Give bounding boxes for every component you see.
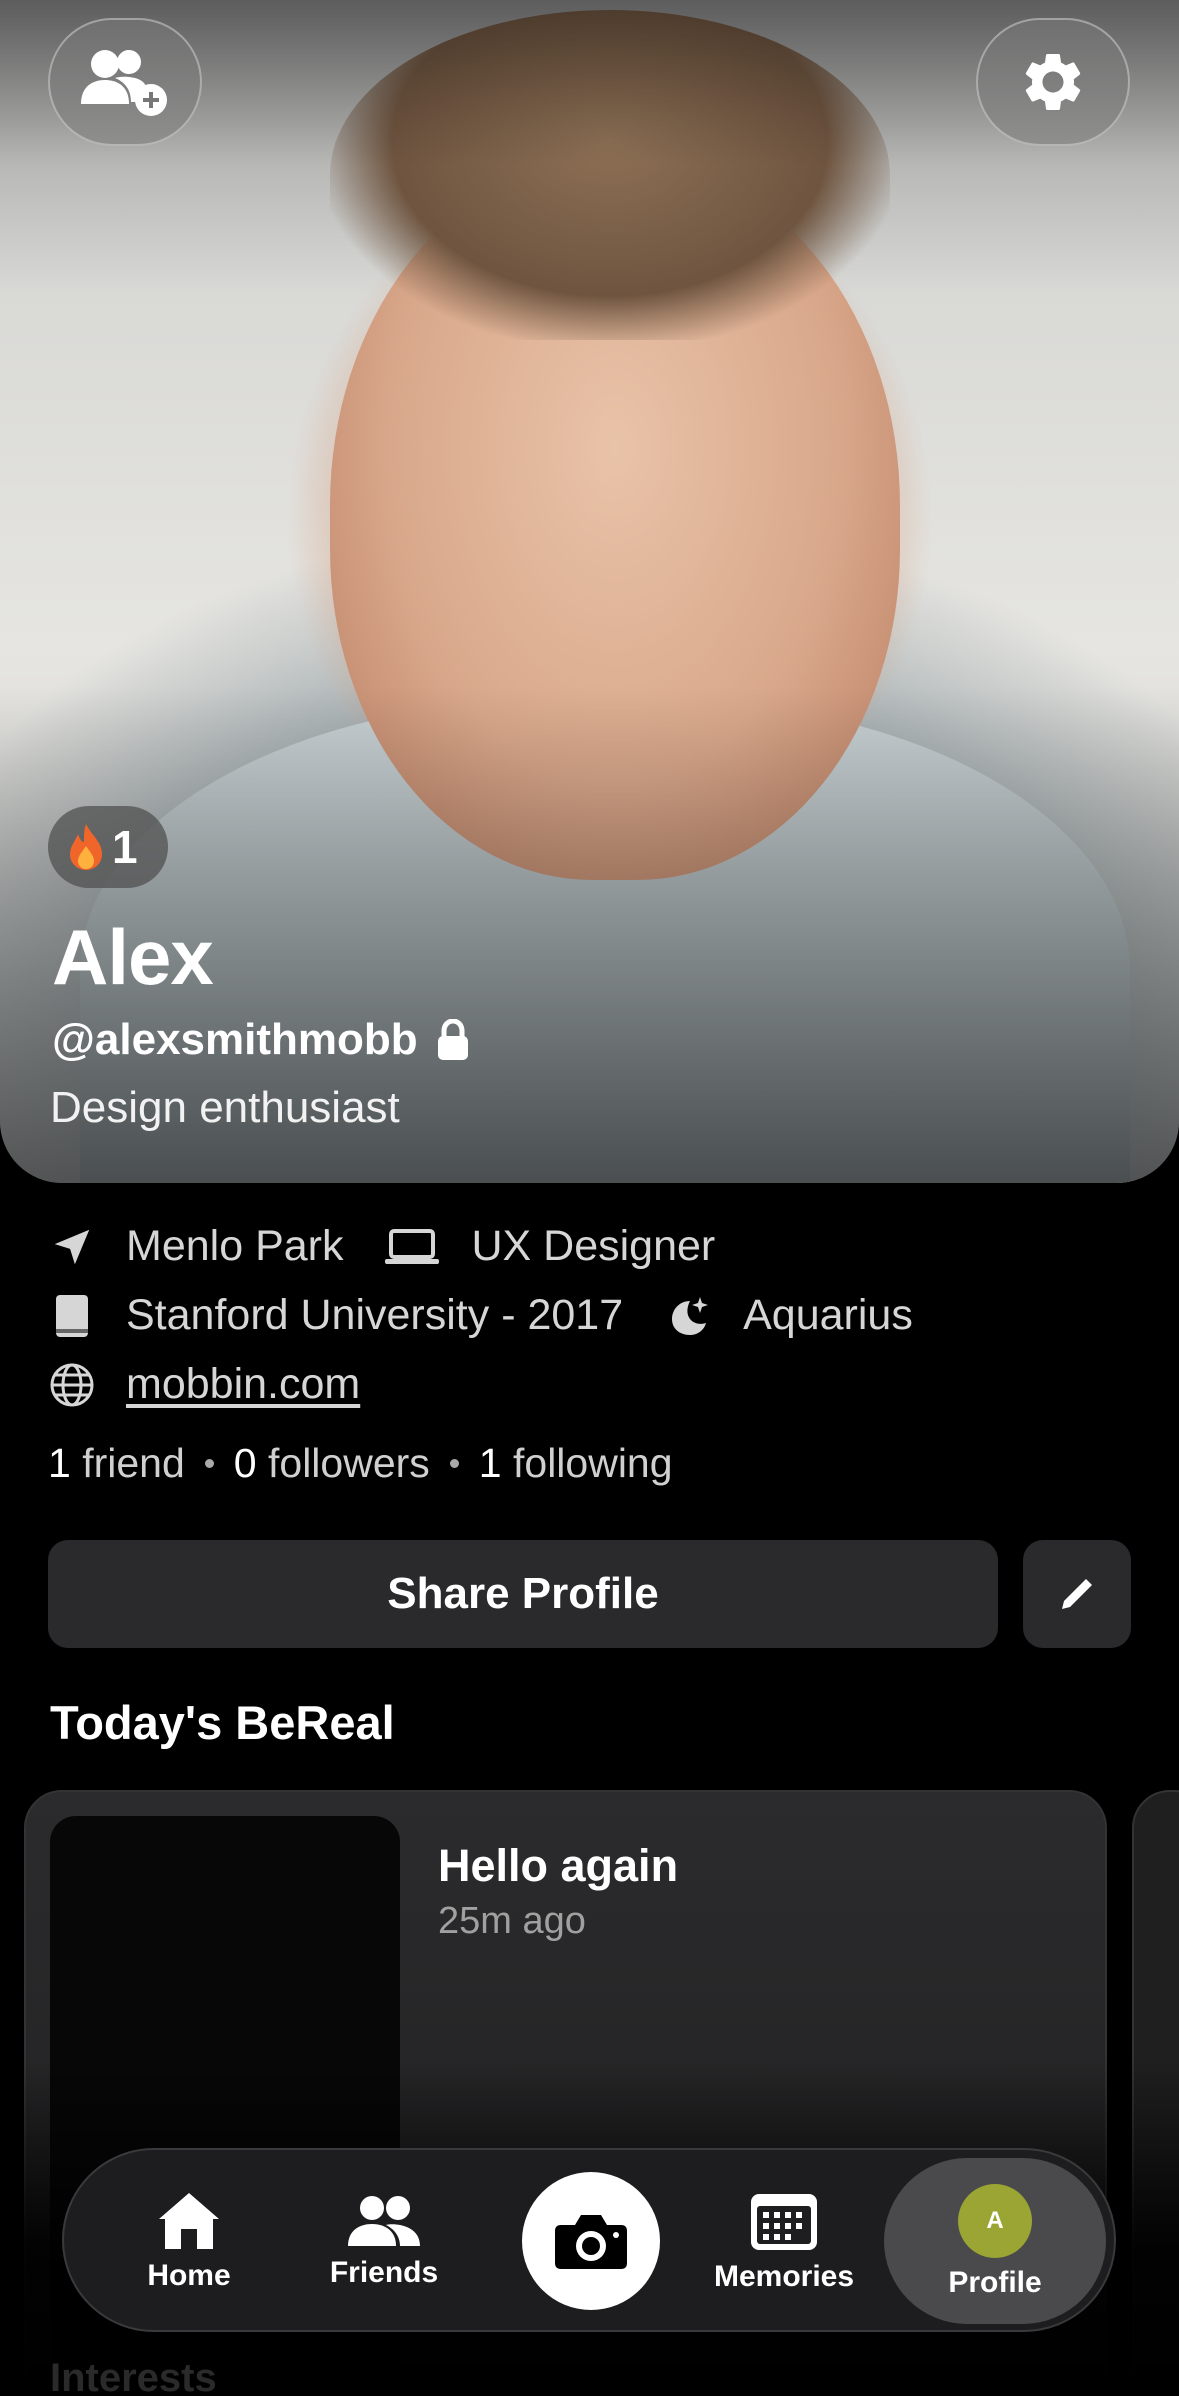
follow-counts: 1 friend 0 followers 1 following [48, 1440, 673, 1487]
profile-name: Alex [52, 913, 214, 1001]
profile-username: @alexsmithmobb [52, 1015, 418, 1064]
tab-memories[interactable]: Memories [704, 2150, 864, 2334]
home-icon [159, 2193, 219, 2249]
website-link[interactable]: mobbin.com [126, 1360, 360, 1409]
book-icon [48, 1292, 96, 1340]
camera-button[interactable] [522, 2172, 660, 2310]
edit-profile-button[interactable] [1023, 1540, 1131, 1648]
interests-title: Interests [50, 2356, 217, 2396]
add-friend-button[interactable] [48, 18, 202, 146]
tab-friends-label: Friends [329, 2256, 439, 2289]
tab-profile[interactable]: A Profile [920, 2150, 1070, 2334]
followers-count[interactable]: 0 followers [234, 1440, 430, 1487]
calendar-icon [751, 2194, 817, 2250]
post-time: 25m ago [438, 1900, 586, 1942]
following-count[interactable]: 1 following [479, 1440, 673, 1487]
camera-icon [555, 2215, 627, 2269]
separator-dot [204, 1459, 214, 1468]
streak-count: 1 [112, 821, 138, 873]
school-text: Stanford University - 2017 [126, 1291, 624, 1339]
todays-bereal-title: Today's BeReal [50, 1696, 395, 1749]
post-title: Hello again [438, 1840, 679, 1891]
globe-icon [48, 1361, 96, 1409]
info-row-location-job: Menlo Park UX Designer [48, 1222, 715, 1271]
profile-hero: 1 Alex @alexsmithmobb Design enthusiast [0, 0, 1179, 1183]
share-profile-button[interactable]: Share Profile [48, 1540, 998, 1648]
gear-icon [1025, 53, 1081, 110]
tab-profile-label: Profile [948, 2266, 1042, 2299]
streak-badge[interactable]: 1 [48, 806, 168, 888]
separator-dot [449, 1459, 459, 1468]
friends-count[interactable]: 1 friend [48, 1440, 185, 1487]
location-text: Menlo Park [126, 1222, 344, 1270]
settings-button[interactable] [976, 18, 1130, 146]
tab-home-label: Home [147, 2259, 231, 2292]
tab-memories-label: Memories [713, 2260, 855, 2293]
info-row-website: mobbin.com [48, 1360, 360, 1409]
friends-icon [348, 2196, 420, 2246]
add-friend-icon [81, 50, 167, 116]
tab-friends[interactable]: Friends [314, 2150, 454, 2334]
tab-bar: Home Friends Memories A Profile [62, 2148, 1116, 2332]
tab-home[interactable]: Home [124, 2150, 254, 2334]
laptop-icon [383, 1223, 441, 1271]
fire-icon [70, 824, 102, 870]
hero-gradient [0, 0, 1179, 1183]
profile-bio: Design enthusiast [50, 1083, 400, 1132]
job-text: UX Designer [471, 1222, 716, 1270]
pencil-icon [1062, 1579, 1092, 1609]
profile-username-row: @alexsmithmobb [52, 1015, 470, 1065]
moon-icon [663, 1292, 711, 1340]
info-row-school-zodiac: Stanford University - 2017 Aquarius [48, 1291, 913, 1340]
zodiac-text: Aquarius [743, 1291, 913, 1339]
location-arrow-icon [48, 1223, 96, 1271]
lock-icon [437, 1019, 468, 1060]
avatar: A [958, 2184, 1032, 2258]
